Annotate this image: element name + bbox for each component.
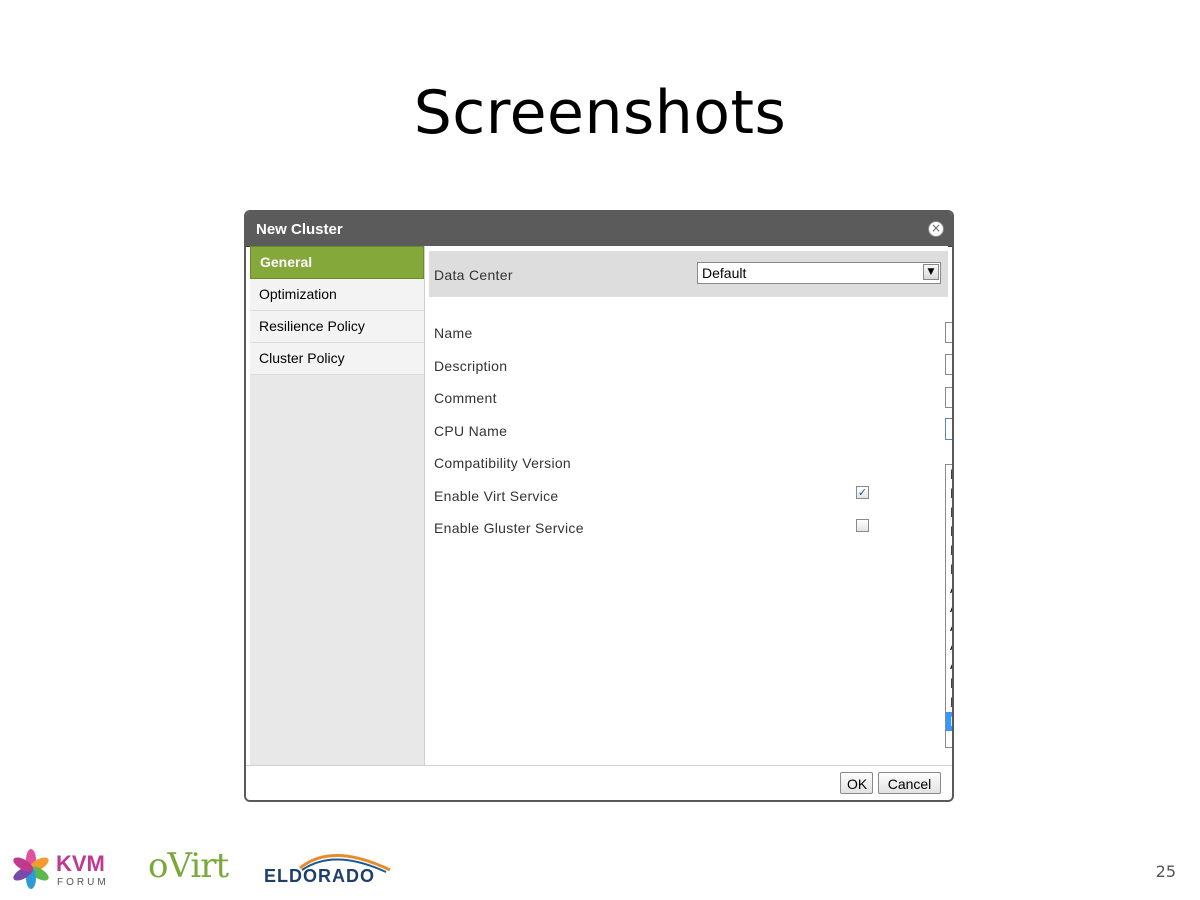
cancel-button[interactable]: Cancel xyxy=(878,772,941,794)
forum-logo-text: FORUM xyxy=(57,877,109,888)
enable-virt-checkbox[interactable]: ✓ xyxy=(856,486,869,499)
compatibility-version-label: Compatibility Version xyxy=(434,455,572,471)
sidebar-item-resilience-policy[interactable]: Resilience Policy xyxy=(250,311,424,343)
close-icon[interactable]: × xyxy=(928,221,944,237)
dialog-titlebar: New Cluster × xyxy=(246,212,952,247)
cpu-option[interactable]: IBM POWER 7 v2.3 xyxy=(946,712,952,731)
cpu-option[interactable]: Intel Haswell xyxy=(946,560,952,579)
dialog-footer: OK Cancel xyxy=(246,765,952,800)
cpu-option[interactable]: AMD Opteron G2 xyxy=(946,598,952,617)
cpu-option[interactable]: IBM POWER 7 v2.0 xyxy=(946,674,952,693)
cpu-option[interactable]: Intel Nehalem Family xyxy=(946,503,952,522)
cpu-name-label: CPU Name xyxy=(434,423,508,439)
enable-gluster-label: Enable Gluster Service xyxy=(434,520,584,536)
description-label: Description xyxy=(434,358,508,374)
data-center-label: Data Center xyxy=(434,267,513,283)
cpu-name-select[interactable]: ▼ xyxy=(945,418,952,440)
form-content: Data Center Default ▼ Name Description C… xyxy=(425,246,952,768)
name-label: Name xyxy=(434,325,473,341)
eldorado-logo-text: ELDORADO xyxy=(264,866,375,886)
name-field[interactable] xyxy=(945,322,952,343)
comment-label: Comment xyxy=(434,390,497,406)
eldorado-logo: ELDORADO xyxy=(264,854,391,886)
cpu-option[interactable]: Intel SandyBridge Family xyxy=(946,541,952,560)
chevron-down-icon[interactable]: ▼ xyxy=(923,264,939,280)
kvm-logo-text: KVM xyxy=(56,851,105,876)
data-center-select[interactable]: Default ▼ xyxy=(697,262,941,284)
cpu-option[interactable]: AMD Opteron G4 xyxy=(946,636,952,655)
sidebar-item-optimization[interactable]: Optimization xyxy=(250,279,424,311)
sidebar-item-cluster-policy[interactable]: Cluster Policy xyxy=(250,343,424,375)
cpu-name-dropdown-list[interactable]: Intel Conroe FamilyIntel Penryn FamilyIn… xyxy=(945,464,952,748)
data-center-row: Data Center Default ▼ xyxy=(429,251,948,297)
cpu-option[interactable]: IBM POWER 7 v2.1 xyxy=(946,693,952,712)
comment-field[interactable] xyxy=(945,387,952,408)
enable-gluster-checkbox[interactable] xyxy=(856,519,869,532)
kvm-forum-logo: KVM FORUM xyxy=(13,849,109,889)
cpu-option[interactable]: Intel Penryn Family xyxy=(946,484,952,503)
cpu-option[interactable]: Intel Conroe Family xyxy=(946,465,952,484)
cpu-option[interactable]: Intel Westmere Family xyxy=(946,522,952,541)
sidebar: General Optimization Resilience Policy Clus… xyxy=(250,246,425,768)
cpu-option[interactable]: AMD Opteron G3 xyxy=(946,617,952,636)
cpu-option[interactable]: AMD Opteron G1 xyxy=(946,579,952,598)
data-center-value: Default xyxy=(702,265,747,281)
new-cluster-dialog: New Cluster × General Optimization Resilie… xyxy=(244,210,954,802)
enable-virt-label: Enable Virt Service xyxy=(434,488,559,504)
ok-button[interactable]: OK xyxy=(840,772,873,794)
page-number: 25 xyxy=(1155,862,1176,881)
cpu-option[interactable]: AMD Opteron G5 xyxy=(946,655,952,674)
ovirt-logo: oVirt xyxy=(148,846,229,886)
sidebar-item-general[interactable]: General xyxy=(250,246,424,279)
description-field[interactable] xyxy=(945,354,952,375)
dialog-title: New Cluster xyxy=(256,221,343,238)
slide-title: Screenshots xyxy=(413,78,787,148)
